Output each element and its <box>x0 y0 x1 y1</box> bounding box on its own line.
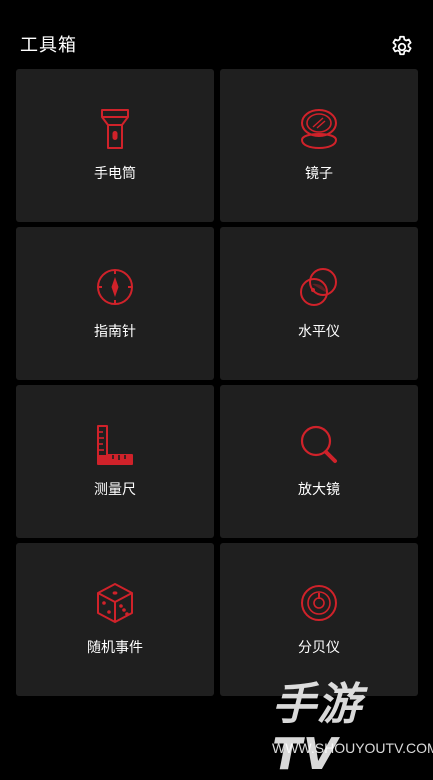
settings-button[interactable] <box>389 34 415 60</box>
tool-compass[interactable]: 指南针 <box>16 227 214 380</box>
dice-icon <box>97 583 133 623</box>
tool-level[interactable]: 水平仪 <box>220 227 418 380</box>
decibel-icon <box>301 585 337 621</box>
gear-icon <box>392 35 412 56</box>
tool-decibel[interactable]: 分贝仪 <box>220 543 418 696</box>
compass-icon <box>97 269 133 305</box>
tool-label: 随机事件 <box>87 640 143 656</box>
page-title: 工具箱 <box>20 35 77 56</box>
tool-grid: 手电筒 镜子 指南针 水平仪 测量尺 放大镜 随机事件 分贝仪 <box>16 69 418 696</box>
tool-magnifier[interactable]: 放大镜 <box>220 385 418 538</box>
magnifier-icon <box>300 425 337 463</box>
tool-flashlight[interactable]: 手电筒 <box>16 69 214 222</box>
mirror-icon <box>300 109 338 150</box>
tool-label: 水平仪 <box>298 324 340 340</box>
level-icon <box>300 268 337 306</box>
flashlight-icon <box>101 109 129 149</box>
tool-label: 测量尺 <box>94 482 136 498</box>
app-header: 工具箱 <box>0 0 433 68</box>
watermark-url: WWW.SHOUYOUTV.COM <box>272 740 433 756</box>
tool-ruler[interactable]: 测量尺 <box>16 385 214 538</box>
tool-label: 指南针 <box>94 324 136 340</box>
tool-mirror[interactable]: 镜子 <box>220 69 418 222</box>
tool-random-event[interactable]: 随机事件 <box>16 543 214 696</box>
tool-label: 手电筒 <box>94 166 136 182</box>
ruler-icon <box>97 425 133 465</box>
tool-label: 放大镜 <box>298 482 340 498</box>
tool-label: 镜子 <box>305 166 333 182</box>
tool-label: 分贝仪 <box>298 640 340 656</box>
